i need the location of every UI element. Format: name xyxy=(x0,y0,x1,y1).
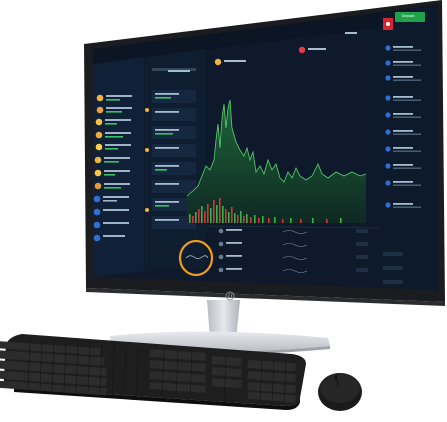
product-scene: Deposit xyxy=(0,0,447,422)
app-screen xyxy=(70,5,438,290)
mouse[interactable] xyxy=(318,373,362,411)
list-item[interactable] xyxy=(70,248,78,272)
middle-panel xyxy=(145,49,206,271)
account-badge[interactable] xyxy=(383,18,393,30)
left-sidebar xyxy=(93,57,144,277)
deposit-button[interactable] xyxy=(395,12,425,22)
monitor xyxy=(0,0,445,411)
